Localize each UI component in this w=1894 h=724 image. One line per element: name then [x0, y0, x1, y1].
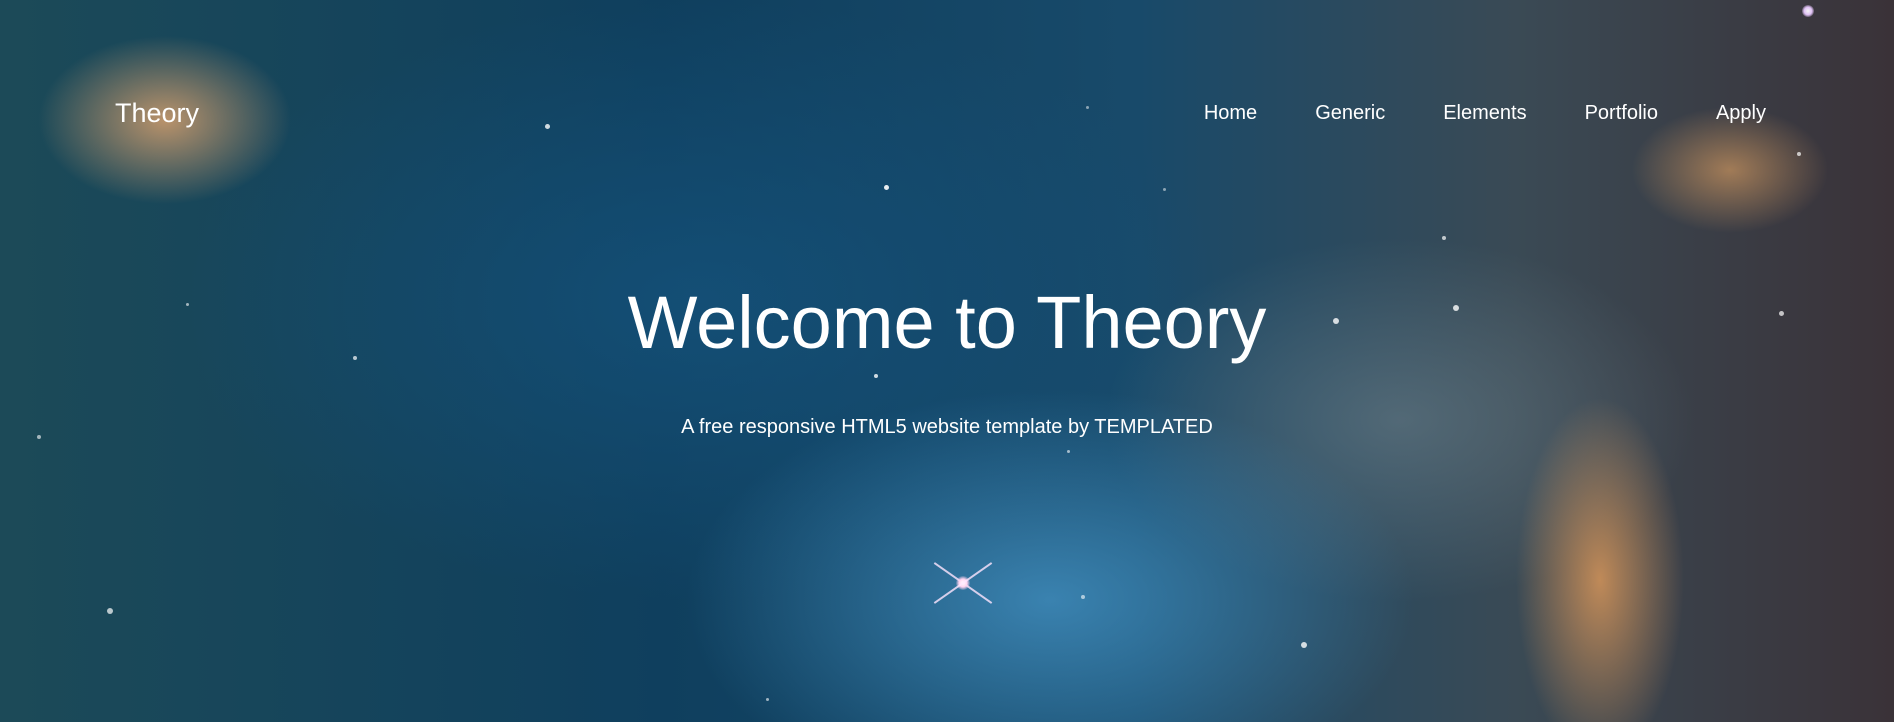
nav-elements[interactable]: Elements — [1443, 102, 1526, 125]
hero-subtitle: A free responsive HTML5 website template… — [681, 416, 1213, 438]
nav-apply[interactable]: Apply — [1716, 102, 1766, 125]
site-header: Theory Home Generic Elements Portfolio A… — [0, 0, 1894, 228]
star — [874, 374, 878, 378]
nav-home[interactable]: Home — [1204, 102, 1257, 125]
star — [107, 608, 113, 614]
bright-star — [928, 548, 998, 618]
star — [1301, 642, 1307, 648]
nav-generic[interactable]: Generic — [1315, 102, 1385, 125]
site-logo[interactable]: Theory — [115, 98, 199, 129]
star — [766, 698, 769, 701]
star — [1067, 450, 1070, 453]
main-nav: Home Generic Elements Portfolio Apply — [1204, 102, 1766, 125]
star — [1442, 236, 1446, 240]
star — [1081, 595, 1085, 599]
hero-title: Welcome to Theory — [627, 281, 1267, 364]
nav-portfolio[interactable]: Portfolio — [1585, 102, 1658, 125]
